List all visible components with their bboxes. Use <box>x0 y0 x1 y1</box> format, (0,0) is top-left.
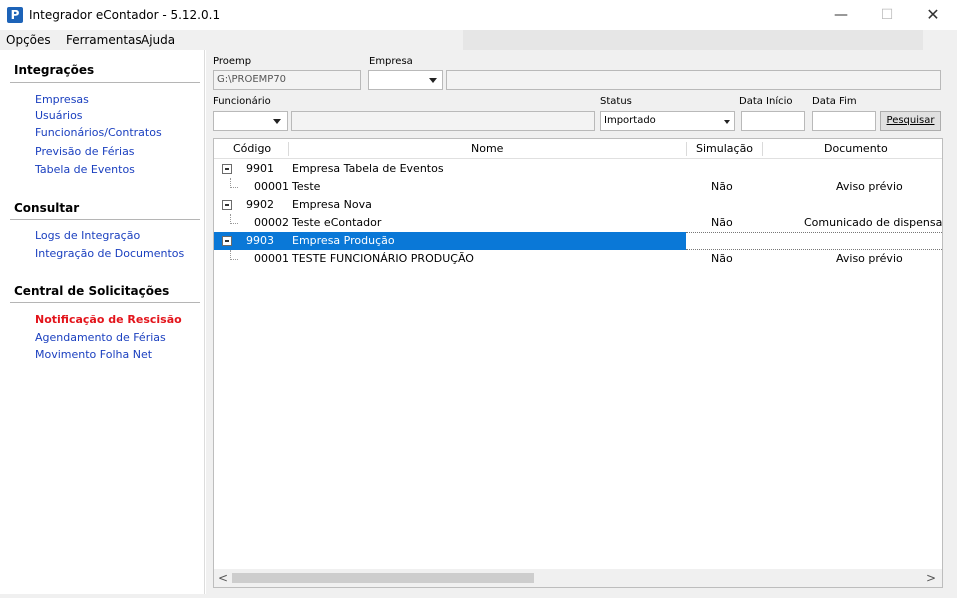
row-code: 00002 <box>254 216 289 229</box>
close-button[interactable]: ✕ <box>910 0 956 30</box>
window-title: Integrador eContador - 5.12.0.1 <box>29 8 221 22</box>
menu-bar: Opções Ferramentas Ajuda <box>0 30 957 50</box>
sidebar-item-notificacao-rescisao[interactable]: Notificação de Rescisão <box>35 313 182 326</box>
table-row[interactable]: 9901 Empresa Tabela de Eventos <box>214 160 942 178</box>
section-title-integracoes: Integrações <box>14 63 95 77</box>
funcionario-name-field <box>291 111 595 131</box>
row-simulacao: Não <box>711 252 733 265</box>
row-name: Empresa Produção <box>292 234 395 247</box>
section-title-consultar: Consultar <box>14 201 80 215</box>
status-select[interactable]: Importado <box>600 111 735 131</box>
section-divider <box>10 219 200 220</box>
row-code: 9903 <box>246 234 274 247</box>
chevron-down-icon <box>429 78 437 83</box>
row-code: 00001 <box>254 252 289 265</box>
column-header-codigo[interactable]: Código <box>233 142 271 155</box>
section-divider <box>10 82 200 83</box>
minimize-button[interactable]: — <box>818 0 864 30</box>
proemp-label: Proemp <box>213 56 252 67</box>
scroll-left-arrow-icon[interactable]: < <box>218 571 228 585</box>
sidebar-item-funcionarios-contratos[interactable]: Funcionários/Contratos <box>35 126 162 139</box>
row-simulacao: Não <box>711 216 733 229</box>
chevron-down-icon <box>724 120 730 124</box>
row-simulacao: Não <box>711 180 733 193</box>
row-name: TESTE FUNCIONÁRIO PRODUÇÃO <box>292 252 474 265</box>
sidebar: Integrações Empresas Usuários Funcionári… <box>0 50 205 598</box>
sidebar-item-usuarios[interactable]: Usuários <box>35 109 83 122</box>
title-bar: P Integrador eContador - 5.12.0.1 — ☐ ✕ <box>0 0 957 30</box>
menu-opcoes[interactable]: Opções <box>6 33 51 47</box>
column-separator[interactable] <box>288 142 289 156</box>
empresa-label: Empresa <box>369 56 413 67</box>
results-grid: Código Nome Simulação Documento 9901 Emp… <box>213 138 943 588</box>
row-name: Teste eContador <box>292 216 382 229</box>
app-logo-icon: P <box>7 7 23 23</box>
status-label: Status <box>600 96 632 107</box>
table-row[interactable]: 00001 Teste Não Aviso prévio <box>214 178 942 196</box>
data-fim-label: Data Fim <box>812 96 857 107</box>
section-title-central-solicitacoes: Central de Solicitações <box>14 284 170 298</box>
collapse-icon[interactable] <box>222 164 232 174</box>
tree-connector <box>230 178 238 188</box>
menu-bar-filler <box>463 30 923 50</box>
empresa-name-field <box>446 70 941 90</box>
table-row[interactable]: 00002 Teste eContador Não Comunicado de … <box>214 214 942 232</box>
sidebar-item-agendamento-ferias[interactable]: Agendamento de Férias <box>35 331 166 344</box>
menu-ferramentas[interactable]: Ferramentas <box>66 33 142 47</box>
empresa-code-field[interactable] <box>368 70 426 90</box>
row-code: 00001 <box>254 180 289 193</box>
horizontal-scrollbar[interactable]: < > <box>214 569 942 587</box>
row-documento: Aviso prévio <box>836 252 903 265</box>
row-name: Empresa Nova <box>292 198 372 211</box>
collapse-icon[interactable] <box>222 236 232 246</box>
empresa-dropdown-button[interactable] <box>425 70 443 90</box>
column-header-nome[interactable]: Nome <box>471 142 503 155</box>
menu-ajuda[interactable]: Ajuda <box>141 33 175 47</box>
row-name: Empresa Tabela de Eventos <box>292 162 444 175</box>
proemp-field[interactable]: G:\PROEMP70 <box>213 70 361 90</box>
status-value: Importado <box>604 115 656 126</box>
table-row[interactable]: 9902 Empresa Nova <box>214 196 942 214</box>
column-header-simulacao[interactable]: Simulação <box>696 142 753 155</box>
maximize-button[interactable]: ☐ <box>864 0 910 30</box>
funcionario-dropdown-button[interactable] <box>268 111 288 131</box>
data-inicio-field[interactable] <box>741 111 805 131</box>
row-documento: Aviso prévio <box>836 180 903 193</box>
data-fim-field[interactable] <box>812 111 876 131</box>
row-documento: Comunicado de dispensa <box>804 216 943 229</box>
section-divider <box>10 302 200 303</box>
column-separator[interactable] <box>762 142 763 156</box>
sidebar-item-previsao-ferias[interactable]: Previsão de Férias <box>35 145 135 158</box>
sidebar-item-empresas[interactable]: Empresas <box>35 93 89 106</box>
funcionario-code-field[interactable] <box>213 111 269 131</box>
tree-connector <box>230 214 238 224</box>
sidebar-item-logs-integracao[interactable]: Logs de Integração <box>35 229 140 242</box>
sidebar-item-movimento-folha-net[interactable]: Movimento Folha Net <box>35 348 152 361</box>
scroll-right-arrow-icon[interactable]: > <box>926 571 936 585</box>
row-code: 9902 <box>246 198 274 211</box>
table-row-selected[interactable]: 9903 Empresa Produção <box>214 232 942 250</box>
scrollbar-thumb[interactable] <box>232 573 534 583</box>
data-inicio-label: Data Início <box>739 96 793 107</box>
row-code: 9901 <box>246 162 274 175</box>
grid-header: Código Nome Simulação Documento <box>214 139 942 159</box>
sidebar-item-integracao-documentos[interactable]: Integração de Documentos <box>35 247 184 260</box>
column-separator[interactable] <box>686 142 687 156</box>
column-header-documento[interactable]: Documento <box>824 142 888 155</box>
pesquisar-button-label: Pesquisar <box>886 115 935 126</box>
row-name: Teste <box>292 180 321 193</box>
table-row[interactable]: 00001 TESTE FUNCIONÁRIO PRODUÇÃO Não Avi… <box>214 250 942 268</box>
chevron-down-icon <box>273 119 281 124</box>
selection-highlight <box>214 232 686 250</box>
tree-connector <box>230 250 238 260</box>
funcionario-label: Funcionário <box>213 96 271 107</box>
collapse-icon[interactable] <box>222 200 232 210</box>
bottom-edge <box>0 594 957 598</box>
sidebar-item-tabela-eventos[interactable]: Tabela de Eventos <box>35 163 135 176</box>
selection-focus-outline <box>686 232 942 250</box>
pesquisar-button[interactable]: Pesquisar <box>880 111 941 131</box>
